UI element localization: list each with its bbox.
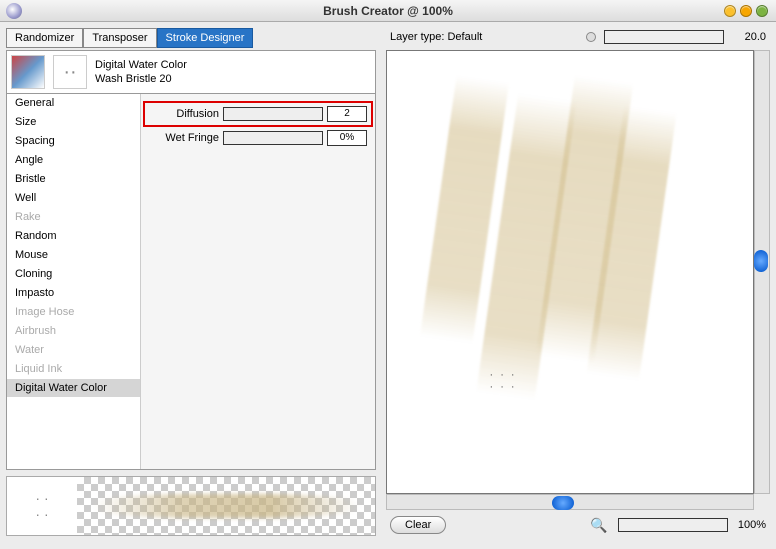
category-item-general[interactable]: General (7, 94, 140, 113)
tab-transposer[interactable]: Transposer (83, 28, 156, 48)
category-item-mouse[interactable]: Mouse (7, 246, 140, 265)
tab-bar: Randomizer Transposer Stroke Designer (6, 28, 376, 48)
brush-selector[interactable]: Digital Water Color Wash Bristle 20 (6, 50, 376, 94)
tab-stroke-designer[interactable]: Stroke Designer (157, 28, 254, 48)
minimize-button[interactable] (724, 5, 736, 17)
brush-size-slider[interactable] (604, 30, 724, 44)
brush-cursor: · · ·· · · (489, 369, 516, 393)
preview-canvas[interactable]: · · ·· · · (386, 50, 754, 494)
canvas-area: · · ·· · · (386, 50, 770, 510)
bottom-toolbar: Clear 🔍 100% (386, 510, 770, 536)
horizontal-scrollbar[interactable] (386, 494, 754, 510)
category-item-rake: Rake (7, 208, 140, 227)
layer-type-row: Layer type: Default 20.0 (386, 28, 770, 50)
category-item-spacing[interactable]: Spacing (7, 132, 140, 151)
category-item-digital-water-color[interactable]: Digital Water Color (7, 379, 140, 398)
wetfringe-value[interactable]: 0% (327, 130, 367, 146)
diffusion-label: Diffusion (149, 108, 219, 120)
brush-variant-label: Wash Bristle 20 (95, 73, 187, 85)
category-item-airbrush: Airbrush (7, 322, 140, 341)
wetfringe-row: Wet Fringe 0% (149, 130, 367, 146)
controls-panel: Diffusion 2 Wet Fringe 0% (141, 94, 375, 469)
brush-dab-icon[interactable] (53, 55, 87, 89)
category-item-angle[interactable]: Angle (7, 151, 140, 170)
wetfringe-slider[interactable] (223, 131, 323, 145)
preview-strip: · ·· · (6, 476, 376, 536)
diffusion-value[interactable]: 2 (327, 106, 367, 122)
window-titlebar: Brush Creator @ 100% (0, 0, 776, 22)
category-item-liquid-ink: Liquid Ink (7, 360, 140, 379)
brush-category-icon[interactable] (11, 55, 45, 89)
clear-button[interactable]: Clear (390, 516, 446, 534)
brush-category-label: Digital Water Color (95, 59, 187, 71)
maximize-button[interactable] (740, 5, 752, 17)
horizontal-scroll-thumb[interactable] (552, 496, 574, 510)
zoom-slider[interactable] (618, 518, 728, 532)
vertical-scroll-thumb[interactable] (754, 250, 768, 272)
category-item-size[interactable]: Size (7, 113, 140, 132)
magnifier-icon[interactable]: 🔍 (590, 517, 607, 534)
category-item-image-hose: Image Hose (7, 303, 140, 322)
category-item-water: Water (7, 341, 140, 360)
brush-size-value[interactable]: 20.0 (732, 31, 766, 43)
dab-preview: · ·· · (7, 477, 77, 535)
category-item-well[interactable]: Well (7, 189, 140, 208)
diffusion-slider[interactable] (223, 107, 323, 121)
painted-strokes (424, 78, 717, 454)
stroke-preview (77, 477, 375, 535)
category-list: GeneralSizeSpacingAngleBristleWellRakeRa… (7, 94, 141, 469)
zoom-value[interactable]: 100% (738, 519, 766, 531)
window-title: Brush Creator @ 100% (0, 4, 776, 18)
category-item-random[interactable]: Random (7, 227, 140, 246)
tab-randomizer[interactable]: Randomizer (6, 28, 83, 48)
wetfringe-label: Wet Fringe (149, 132, 219, 144)
category-item-impasto[interactable]: Impasto (7, 284, 140, 303)
size-expression-icon[interactable] (586, 32, 596, 42)
category-item-cloning[interactable]: Cloning (7, 265, 140, 284)
layer-type-label: Layer type: Default (390, 31, 482, 43)
vertical-scrollbar[interactable] (754, 50, 770, 494)
diffusion-row: Diffusion 2 (143, 101, 373, 127)
close-button[interactable] (756, 5, 768, 17)
category-item-bristle[interactable]: Bristle (7, 170, 140, 189)
